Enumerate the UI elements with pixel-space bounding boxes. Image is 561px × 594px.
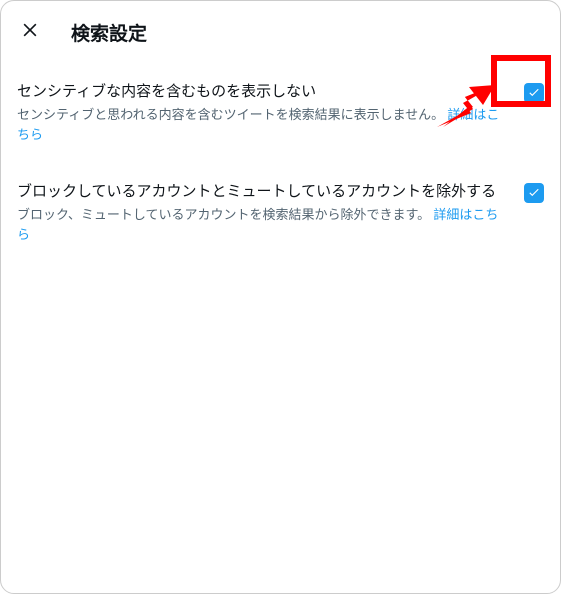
checkbox-exclude-blocked[interactable] [524, 183, 544, 203]
setting-label: ブロックしているアカウントとミュートしているアカウントを除外する [17, 181, 510, 202]
setting-label: センシティブな内容を含むものを表示しない [17, 81, 510, 102]
setting-desc: ブロック、ミュートしているアカウントを検索結果から除外できます。 詳細はこちら [17, 206, 510, 245]
close-icon [20, 20, 40, 44]
check-icon [527, 84, 541, 103]
checkbox-hide-sensitive[interactable] [524, 83, 544, 103]
setting-exclude-blocked: ブロックしているアカウントとミュートしているアカウントを除外する ブロック、ミュ… [17, 169, 544, 259]
page-title: 検索設定 [71, 19, 147, 46]
check-icon [527, 184, 541, 203]
close-button[interactable] [13, 15, 47, 49]
settings-list: センシティブな内容を含むものを表示しない センシティブと思われる内容を含むツイー… [1, 63, 560, 265]
setting-hide-sensitive: センシティブな内容を含むものを表示しない センシティブと思われる内容を含むツイー… [17, 69, 544, 159]
setting-desc: センシティブと思われる内容を含むツイートを検索結果に表示しません。 詳細はこちら [17, 106, 510, 145]
modal-header: 検索設定 [1, 1, 560, 63]
